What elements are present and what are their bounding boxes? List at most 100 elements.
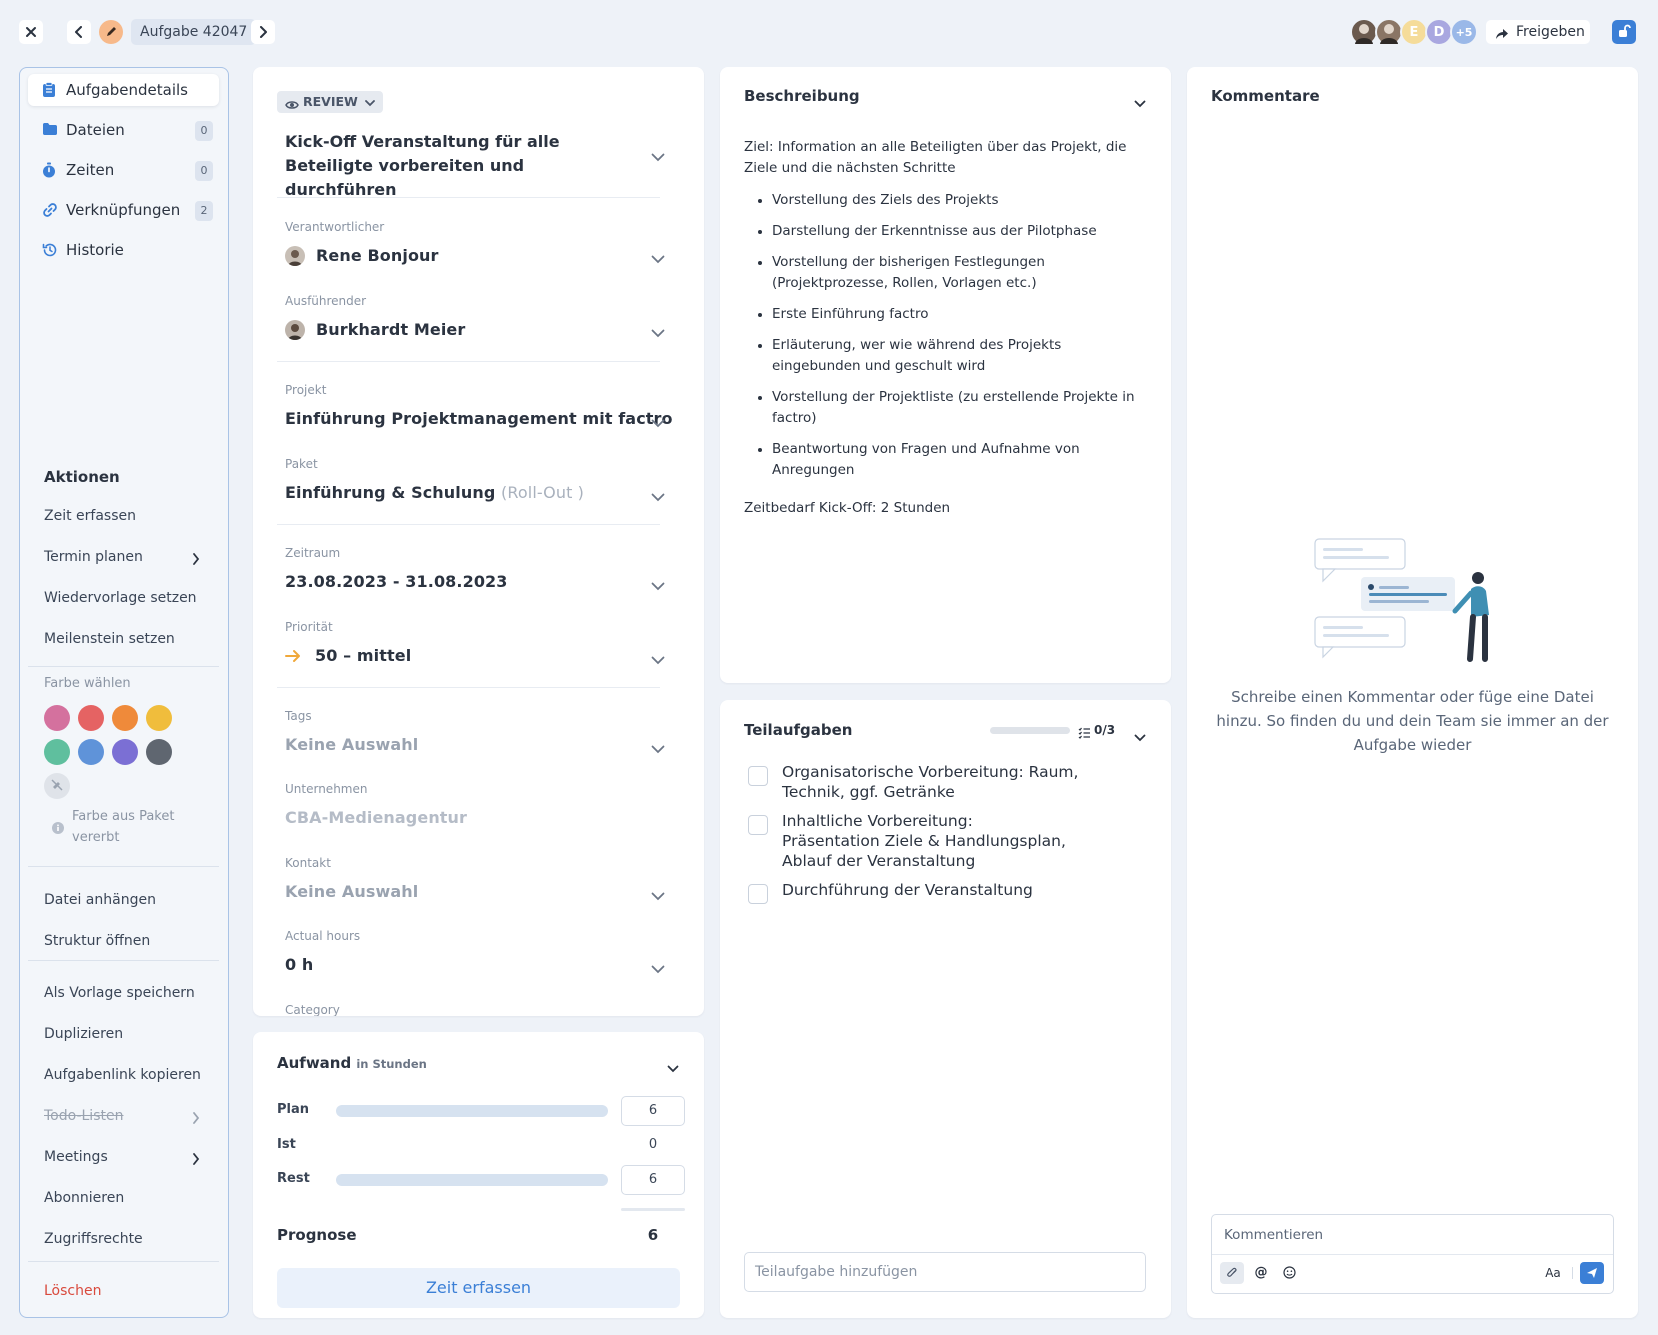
color-swatch[interactable] bbox=[146, 739, 172, 765]
lock-toggle-button[interactable] bbox=[1612, 20, 1636, 44]
plan-input[interactable]: 6 bbox=[621, 1096, 685, 1126]
contact-value[interactable]: Keine Auswahl bbox=[285, 882, 418, 901]
color-swatch[interactable] bbox=[112, 705, 138, 731]
ist-value: 0 bbox=[648, 1137, 658, 1152]
color-picker-title: Farbe wählen bbox=[44, 676, 131, 691]
chevron-down-icon[interactable] bbox=[651, 147, 665, 166]
action-track-time[interactable]: Zeit erfassen bbox=[44, 508, 136, 524]
action-delete[interactable]: Löschen bbox=[44, 1283, 101, 1299]
attach-button[interactable] bbox=[1220, 1262, 1244, 1284]
avatar[interactable] bbox=[1350, 18, 1378, 46]
comments-card: Kommentare Schreibe einen Kommentar oder… bbox=[1187, 67, 1638, 1318]
avatar[interactable] bbox=[1375, 18, 1403, 46]
edit-button[interactable] bbox=[99, 20, 123, 44]
action-subscribe[interactable]: Abonnieren bbox=[44, 1190, 124, 1206]
subtask-checkbox[interactable] bbox=[748, 766, 768, 786]
ist-label: Ist bbox=[277, 1137, 296, 1152]
responsible-value[interactable]: Rene Bonjour bbox=[316, 246, 439, 265]
color-swatch[interactable] bbox=[112, 739, 138, 765]
rest-label: Rest bbox=[277, 1171, 310, 1186]
action-schedule-appointment[interactable]: Termin planen bbox=[44, 549, 143, 565]
action-attach-file[interactable]: Datei anhängen bbox=[44, 892, 156, 908]
task-title[interactable]: Kick-Off Veranstaltung für alle Beteilig… bbox=[285, 130, 605, 202]
chevron-down-icon[interactable] bbox=[1134, 727, 1146, 746]
sidebar-item-label: Aufgabendetails bbox=[66, 81, 188, 99]
sidebar-item-history[interactable]: Historie bbox=[28, 234, 219, 266]
sidebar-item-link[interactable]: Verknüpfungen 2 bbox=[28, 194, 219, 226]
action-access-rights[interactable]: Zugriffsrechte bbox=[44, 1231, 143, 1247]
executor-value[interactable]: Burkhardt Meier bbox=[316, 320, 465, 339]
subtask-label[interactable]: Inhaltliche Vorbereitung: Präsentation Z… bbox=[782, 811, 1072, 871]
action-set-reminder[interactable]: Wiedervorlage setzen bbox=[44, 590, 197, 606]
chevron-down-icon[interactable] bbox=[651, 959, 665, 978]
tags-label: Tags bbox=[285, 709, 312, 723]
actual-hours-label: Actual hours bbox=[285, 929, 361, 943]
more-members-avatar[interactable]: +5 bbox=[1450, 18, 1478, 46]
action-todo-lists[interactable]: Todo-Listen bbox=[44, 1108, 123, 1124]
color-swatch[interactable] bbox=[146, 705, 172, 731]
at-sign-icon: @ bbox=[1254, 1265, 1268, 1280]
package-value[interactable]: Einführung & Schulung (Roll-Out ) bbox=[285, 483, 584, 502]
action-save-template[interactable]: Als Vorlage speichern bbox=[44, 985, 195, 1001]
emoji-button[interactable] bbox=[1278, 1262, 1300, 1284]
sidebar-item-folder[interactable]: Dateien 0 bbox=[28, 114, 219, 146]
chevron-down-icon[interactable] bbox=[651, 739, 665, 758]
project-value[interactable]: Einführung Projektmanagement mit factro bbox=[285, 409, 673, 428]
add-subtask-input[interactable]: Teilaufgabe hinzufügen bbox=[744, 1252, 1146, 1292]
action-set-milestone[interactable]: Meilenstein setzen bbox=[44, 631, 175, 647]
chevron-down-icon[interactable] bbox=[651, 886, 665, 905]
subtask-checkbox[interactable] bbox=[748, 884, 768, 904]
sidebar-item-clipboard[interactable]: Aufgabendetails bbox=[28, 74, 219, 106]
color-swatch[interactable] bbox=[44, 739, 70, 765]
color-swatch[interactable] bbox=[44, 705, 70, 731]
previous-task-button[interactable] bbox=[67, 20, 91, 44]
comment-placeholder: Kommentieren bbox=[1224, 1227, 1324, 1243]
avatar-letter: D bbox=[1433, 24, 1445, 40]
share-button[interactable]: Freigeben bbox=[1486, 20, 1590, 44]
chevron-down-icon[interactable] bbox=[651, 413, 665, 432]
chevron-down-icon[interactable] bbox=[651, 249, 665, 268]
actual-hours-value[interactable]: 0 h bbox=[285, 955, 313, 974]
action-duplicate[interactable]: Duplizieren bbox=[44, 1026, 123, 1042]
comment-input[interactable]: Kommentieren bbox=[1212, 1215, 1613, 1255]
chevron-down-icon[interactable] bbox=[651, 323, 665, 342]
action-meetings[interactable]: Meetings bbox=[44, 1149, 108, 1165]
avatar[interactable]: E bbox=[1400, 18, 1428, 46]
avatar[interactable]: D bbox=[1425, 18, 1453, 46]
package-suffix: (Roll-Out ) bbox=[501, 483, 585, 502]
project-label: Projekt bbox=[285, 383, 327, 397]
rest-input[interactable]: 6 bbox=[621, 1165, 685, 1195]
chevron-down-icon[interactable] bbox=[1134, 93, 1146, 112]
status-badge[interactable]: REVIEW bbox=[277, 91, 384, 113]
period-value[interactable]: 23.08.2023 - 31.08.2023 bbox=[285, 572, 508, 591]
close-button[interactable] bbox=[19, 20, 43, 44]
subtasks-progress-bar bbox=[990, 727, 1070, 734]
mention-button[interactable]: @ bbox=[1250, 1262, 1272, 1284]
subtask-label[interactable]: Organisatorische Vorbereitung: Raum, Tec… bbox=[782, 762, 1082, 802]
track-time-button[interactable]: Zeit erfassen bbox=[277, 1268, 680, 1308]
list-item: Vorstellung der bisherigen Festlegungen … bbox=[758, 252, 1147, 294]
action-open-structure[interactable]: Struktur öffnen bbox=[44, 933, 150, 949]
no-color-button[interactable] bbox=[44, 773, 70, 799]
next-task-button[interactable] bbox=[251, 20, 275, 44]
sidebar-item-label: Zeiten bbox=[66, 161, 115, 179]
tags-value[interactable]: Keine Auswahl bbox=[285, 735, 418, 754]
divider bbox=[28, 960, 219, 961]
format-button[interactable]: Aa bbox=[1542, 1262, 1564, 1284]
chevron-down-icon[interactable] bbox=[651, 487, 665, 506]
chevron-down-icon[interactable] bbox=[651, 576, 665, 595]
actions-title: Aktionen bbox=[44, 468, 120, 486]
sidebar-item-label: Dateien bbox=[66, 121, 125, 139]
color-swatch[interactable] bbox=[78, 739, 104, 765]
avatar bbox=[285, 320, 305, 340]
sidebar-item-stopwatch[interactable]: Zeiten 0 bbox=[28, 154, 219, 186]
chevron-down-icon[interactable] bbox=[651, 650, 665, 669]
subtask-checkbox[interactable] bbox=[748, 815, 768, 835]
checklist-icon bbox=[1078, 724, 1091, 743]
action-copy-link[interactable]: Aufgabenlink kopieren bbox=[44, 1067, 201, 1083]
chevron-down-icon[interactable] bbox=[667, 1058, 679, 1077]
color-swatch[interactable] bbox=[78, 705, 104, 731]
subtask-label[interactable]: Durchführung der Veranstaltung bbox=[782, 880, 1122, 900]
send-button[interactable] bbox=[1580, 1262, 1604, 1284]
priority-value[interactable]: 50 – mittel bbox=[315, 646, 411, 665]
